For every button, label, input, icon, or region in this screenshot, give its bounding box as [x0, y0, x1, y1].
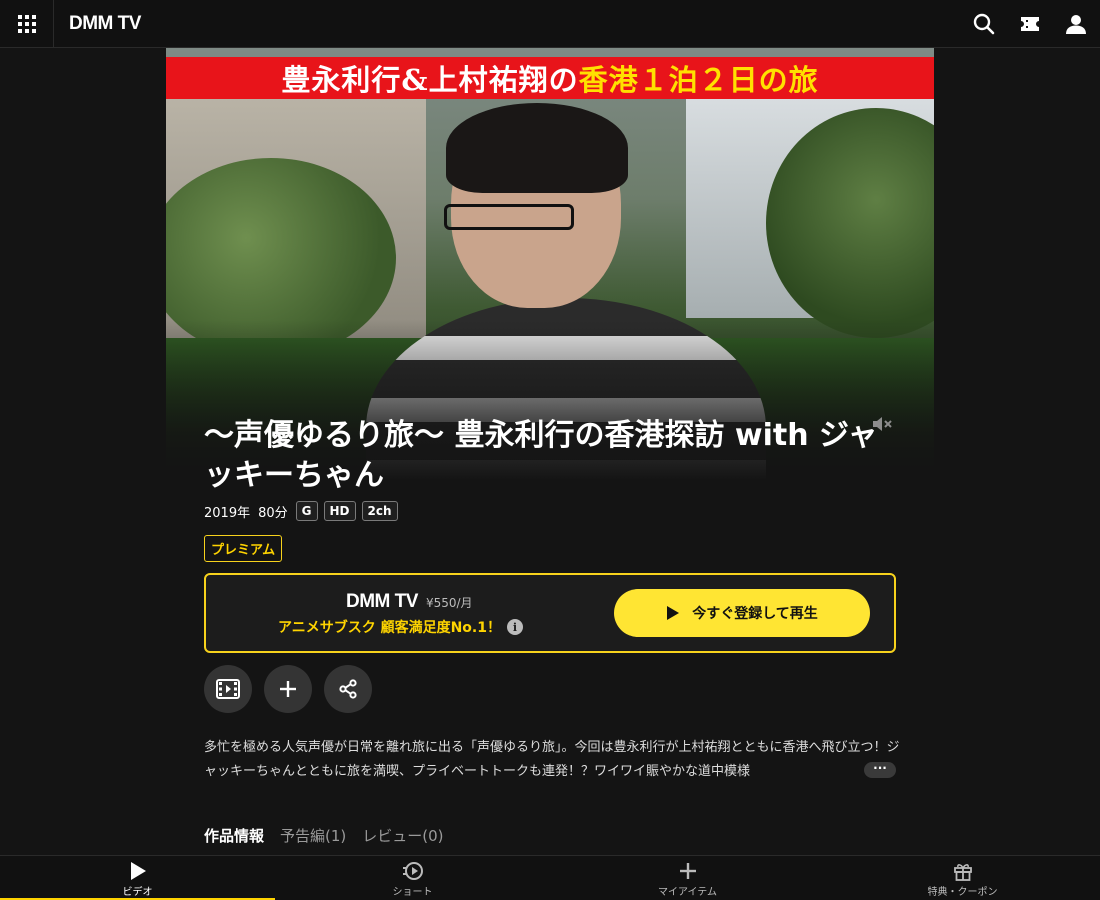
nav-label-coupons: 特典・クーポン: [927, 887, 998, 898]
trailer-button[interactable]: [204, 665, 252, 713]
hero-banner: 豊永利行&上村祐翔の 香港１泊２日の旅: [166, 57, 934, 99]
share-icon: [339, 679, 357, 699]
subscribe-play-label: 今すぐ登録して再生: [692, 606, 818, 622]
audio-badge: 2ch: [361, 501, 398, 521]
search-icon[interactable]: [972, 12, 996, 36]
add-icon: [280, 681, 296, 697]
expand-description-button[interactable]: ···: [864, 762, 896, 778]
hero-banner-highlight: 香港１泊２日の旅: [578, 63, 819, 97]
subscribe-tagline: アニメサブスク 顧客満足度No.1！: [278, 620, 501, 636]
short-play-icon: [402, 862, 423, 880]
nav-label-short: ショート: [392, 887, 433, 898]
premium-badge: プレミアム: [204, 535, 283, 562]
dmm-tv-logo[interactable]: DMM TV: [69, 13, 141, 35]
content-meta: 2019年 80分 G HD 2ch: [204, 501, 398, 521]
nav-item-coupons[interactable]: 特典・クーポン: [825, 856, 1100, 900]
action-buttons: [204, 665, 372, 713]
nav-item-my-items[interactable]: マイアイテム: [550, 856, 825, 900]
play-icon: [130, 862, 146, 880]
gift-icon: [953, 864, 972, 881]
plus-icon: [679, 863, 696, 879]
info-icon[interactable]: i: [507, 619, 523, 635]
rating-badge: G: [295, 501, 318, 521]
subscribe-price: ¥550/月: [425, 596, 473, 610]
apps-menu-button[interactable]: [0, 0, 54, 48]
content-description: 多忙を極める人気声優が日常を離れ旅に出る「声優ゆるり旅」。今回は豊永利行が上村祐…: [204, 740, 900, 779]
tab-info[interactable]: 作品情報: [204, 825, 264, 846]
apps-grid-icon: [17, 14, 36, 33]
nav-label-video: ビデオ: [122, 887, 153, 898]
tab-trailer[interactable]: 予告編(1): [280, 825, 346, 846]
play-icon: [667, 606, 680, 620]
subscribe-logo: DMM TV: [346, 591, 418, 612]
share-button[interactable]: [324, 665, 372, 713]
trailer-icon: [216, 679, 240, 699]
release-year: 2019年: [204, 505, 251, 521]
nav-item-short[interactable]: ショート: [275, 856, 550, 900]
ticket-icon[interactable]: [1018, 12, 1042, 36]
duration: 80分: [258, 505, 288, 521]
nav-label-my-items: マイアイテム: [658, 887, 717, 898]
content-tabs: 作品情報 予告編(1) レビュー(0): [204, 825, 444, 846]
tab-review[interactable]: レビュー(0): [362, 825, 443, 846]
nav-item-video[interactable]: ビデオ: [0, 856, 275, 900]
hero-banner-main: 豊永利行&上村祐翔の: [281, 63, 579, 97]
subscribe-play-button[interactable]: 今すぐ登録して再生: [614, 589, 870, 637]
content-title: ～声優ゆるり旅～ 豊永利行の香港探訪 with ジャッキーちゃん: [204, 418, 878, 493]
account-icon[interactable]: [1064, 12, 1088, 36]
quality-badge: HD: [323, 501, 356, 521]
subscribe-panel: DMM TV ¥550/月 アニメサブスク 顧客満足度No.1！ i 今すぐ登録…: [204, 573, 896, 653]
top-bar: DMM TV: [0, 0, 1100, 48]
add-to-list-button[interactable]: [264, 665, 312, 713]
bottom-navigation: ビデオ ショート マイアイテム 特典・クーポン: [0, 855, 1100, 900]
